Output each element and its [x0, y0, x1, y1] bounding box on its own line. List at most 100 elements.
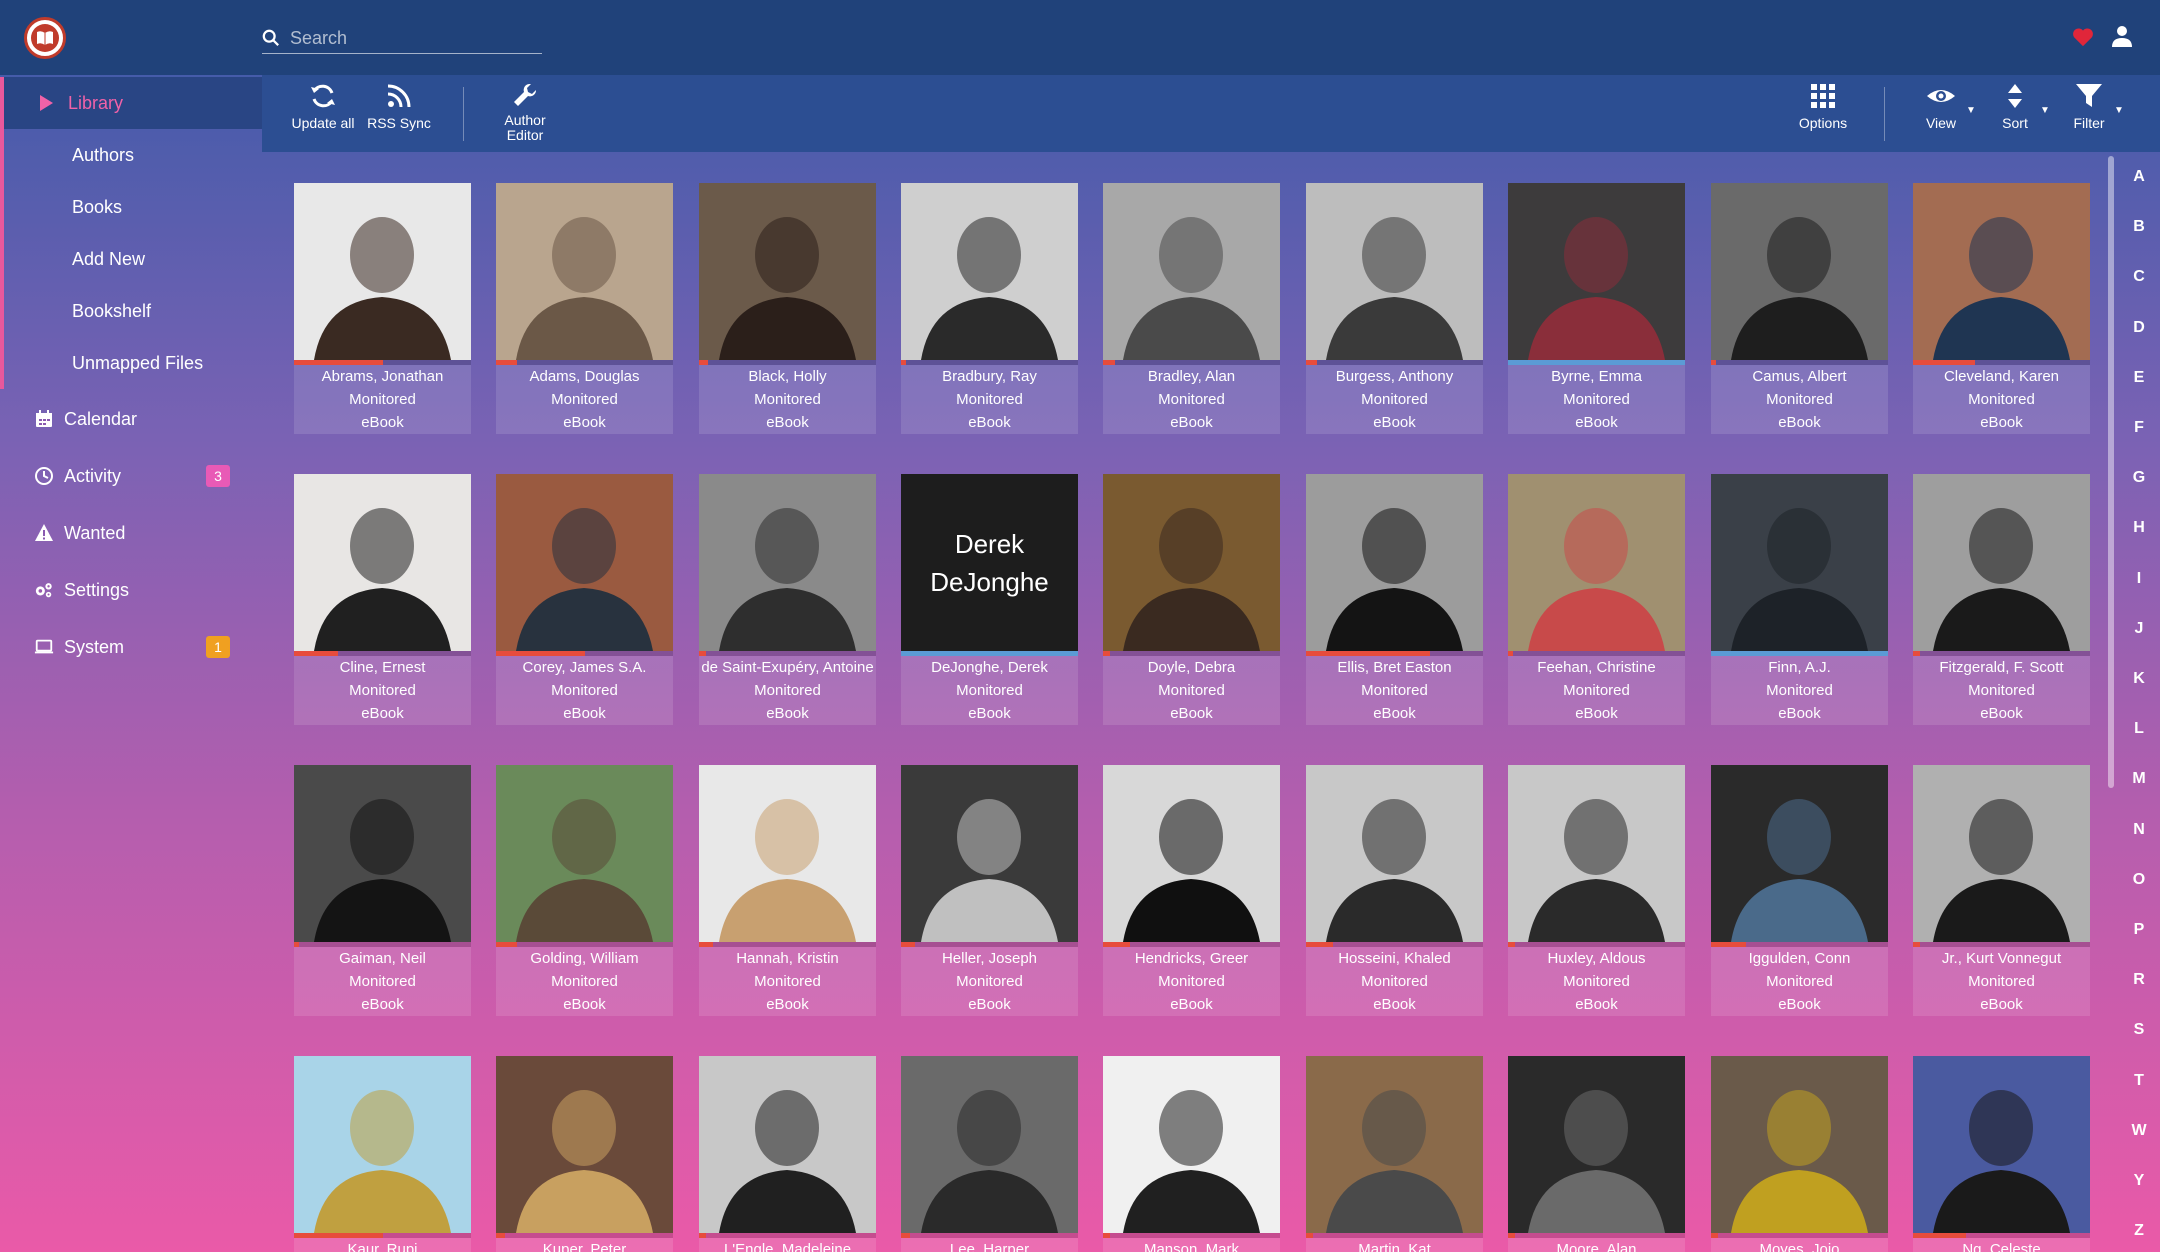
- jump-letter[interactable]: K: [2118, 664, 2160, 694]
- jump-letter[interactable]: F: [2118, 413, 2160, 443]
- jump-letter[interactable]: M: [2118, 764, 2160, 794]
- author-card[interactable]: Adams, Douglas Monitored eBook: [496, 183, 673, 434]
- jump-letter[interactable]: Y: [2118, 1166, 2160, 1196]
- author-card[interactable]: Hosseini, Khaled Monitored eBook: [1306, 765, 1483, 1016]
- author-card[interactable]: Jr., Kurt Vonnegut Monitored eBook: [1913, 765, 2090, 1016]
- options-button[interactable]: Options: [1788, 81, 1858, 147]
- jump-letter[interactable]: H: [2118, 513, 2160, 543]
- author-poster[interactable]: [1711, 1056, 1888, 1233]
- sidebar-item-library[interactable]: Library: [0, 77, 262, 129]
- sidebar-item-books[interactable]: Books: [0, 181, 262, 233]
- author-poster[interactable]: [1103, 765, 1280, 942]
- author-card[interactable]: Cline, Ernest Monitored eBook: [294, 474, 471, 725]
- jump-letter[interactable]: S: [2118, 1015, 2160, 1045]
- jump-letter[interactable]: W: [2118, 1116, 2160, 1146]
- author-card[interactable]: Burgess, Anthony Monitored eBook: [1306, 183, 1483, 434]
- jump-letter[interactable]: R: [2118, 965, 2160, 995]
- author-card[interactable]: Derek DeJonghe DeJonghe, Derek Monitored eB…: [901, 474, 1078, 725]
- jump-letter[interactable]: T: [2118, 1066, 2160, 1096]
- author-card[interactable]: Black, Holly Monitored eBook: [699, 183, 876, 434]
- author-card[interactable]: Ng, Celeste: [1913, 1056, 2090, 1252]
- author-card[interactable]: Fitzgerald, F. Scott Monitored eBook: [1913, 474, 2090, 725]
- author-card[interactable]: Moore, Alan: [1508, 1056, 1685, 1252]
- author-poster[interactable]: [496, 183, 673, 360]
- author-poster[interactable]: [1103, 1056, 1280, 1233]
- author-poster[interactable]: [1508, 765, 1685, 942]
- author-poster[interactable]: [1103, 474, 1280, 651]
- author-poster[interactable]: [699, 1056, 876, 1233]
- author-card[interactable]: Moyes, Jojo: [1711, 1056, 1888, 1252]
- author-card[interactable]: Feehan, Christine Monitored eBook: [1508, 474, 1685, 725]
- author-card[interactable]: L'Engle, Madeleine: [699, 1056, 876, 1252]
- author-card[interactable]: Bradbury, Ray Monitored eBook: [901, 183, 1078, 434]
- author-poster[interactable]: [1508, 474, 1685, 651]
- jump-letter[interactable]: C: [2118, 262, 2160, 292]
- update-all-button[interactable]: Update all: [288, 81, 358, 147]
- author-card[interactable]: Abrams, Jonathan Monitored eBook: [294, 183, 471, 434]
- author-poster[interactable]: [699, 474, 876, 651]
- author-poster[interactable]: [294, 765, 471, 942]
- author-poster[interactable]: [1711, 474, 1888, 651]
- author-card[interactable]: Huxley, Aldous Monitored eBook: [1508, 765, 1685, 1016]
- author-editor-button[interactable]: Author Editor: [482, 81, 568, 147]
- sidebar-item-authors[interactable]: Authors: [0, 129, 262, 181]
- author-poster[interactable]: [1913, 1056, 2090, 1233]
- jump-letter[interactable]: L: [2118, 714, 2160, 744]
- author-card[interactable]: Ellis, Bret Easton Monitored eBook: [1306, 474, 1483, 725]
- jump-letter[interactable]: O: [2118, 865, 2160, 895]
- heart-icon[interactable]: [2072, 26, 2094, 48]
- author-poster[interactable]: [1306, 1056, 1483, 1233]
- author-card[interactable]: Corey, James S.A. Monitored eBook: [496, 474, 673, 725]
- author-poster[interactable]: [699, 183, 876, 360]
- author-poster[interactable]: [1508, 183, 1685, 360]
- sidebar-item-bookshelf[interactable]: Bookshelf: [0, 285, 262, 337]
- jump-letter[interactable]: E: [2118, 363, 2160, 393]
- sort-button[interactable]: Sort: [1986, 81, 2044, 147]
- author-card[interactable]: Hendricks, Greer Monitored eBook: [1103, 765, 1280, 1016]
- author-card[interactable]: Doyle, Debra Monitored eBook: [1103, 474, 1280, 725]
- author-card[interactable]: Manson, Mark: [1103, 1056, 1280, 1252]
- author-poster[interactable]: [1913, 183, 2090, 360]
- author-poster[interactable]: [496, 474, 673, 651]
- sidebar-item-unmapped-files[interactable]: Unmapped Files: [0, 337, 262, 389]
- author-poster[interactable]: [901, 183, 1078, 360]
- author-poster[interactable]: [1306, 474, 1483, 651]
- view-button[interactable]: View: [1912, 81, 1970, 147]
- author-poster[interactable]: [1711, 765, 1888, 942]
- author-poster[interactable]: [1103, 183, 1280, 360]
- author-poster[interactable]: [1711, 183, 1888, 360]
- author-poster[interactable]: [1913, 765, 2090, 942]
- author-poster[interactable]: [294, 1056, 471, 1233]
- sidebar-item-activity[interactable]: Activity 3: [0, 450, 262, 502]
- author-poster[interactable]: [1306, 765, 1483, 942]
- author-card[interactable]: Byrne, Emma Monitored eBook: [1508, 183, 1685, 434]
- jump-letter[interactable]: A: [2118, 162, 2160, 192]
- author-poster[interactable]: [294, 183, 471, 360]
- user-icon[interactable]: [2110, 24, 2134, 48]
- search-input[interactable]: [290, 24, 540, 52]
- jump-letter[interactable]: B: [2118, 212, 2160, 242]
- sidebar-item-settings[interactable]: Settings: [0, 564, 262, 616]
- filter-button[interactable]: Filter: [2060, 81, 2118, 147]
- author-poster[interactable]: [1913, 474, 2090, 651]
- jump-letter[interactable]: P: [2118, 915, 2160, 945]
- author-card[interactable]: Finn, A.J. Monitored eBook: [1711, 474, 1888, 725]
- author-poster[interactable]: [294, 474, 471, 651]
- app-logo[interactable]: [24, 17, 66, 59]
- author-card[interactable]: Kuper, Peter: [496, 1056, 673, 1252]
- author-card[interactable]: Gaiman, Neil Monitored eBook: [294, 765, 471, 1016]
- author-card[interactable]: Hannah, Kristin Monitored eBook: [699, 765, 876, 1016]
- sidebar-item-system[interactable]: System 1: [0, 621, 262, 673]
- author-poster[interactable]: [496, 1056, 673, 1233]
- jump-letter[interactable]: I: [2118, 564, 2160, 594]
- author-card[interactable]: de Saint-Exupéry, Antoine Monitored eBook: [699, 474, 876, 725]
- author-card[interactable]: Heller, Joseph Monitored eBook: [901, 765, 1078, 1016]
- author-card[interactable]: Iggulden, Conn Monitored eBook: [1711, 765, 1888, 1016]
- author-poster[interactable]: [496, 765, 673, 942]
- author-poster[interactable]: [901, 1056, 1078, 1233]
- author-card[interactable]: Cleveland, Karen Monitored eBook: [1913, 183, 2090, 434]
- author-card[interactable]: Camus, Albert Monitored eBook: [1711, 183, 1888, 434]
- scrollbar-thumb[interactable]: [2108, 156, 2114, 788]
- rss-sync-button[interactable]: RSS Sync: [364, 81, 434, 147]
- author-card[interactable]: Golding, William Monitored eBook: [496, 765, 673, 1016]
